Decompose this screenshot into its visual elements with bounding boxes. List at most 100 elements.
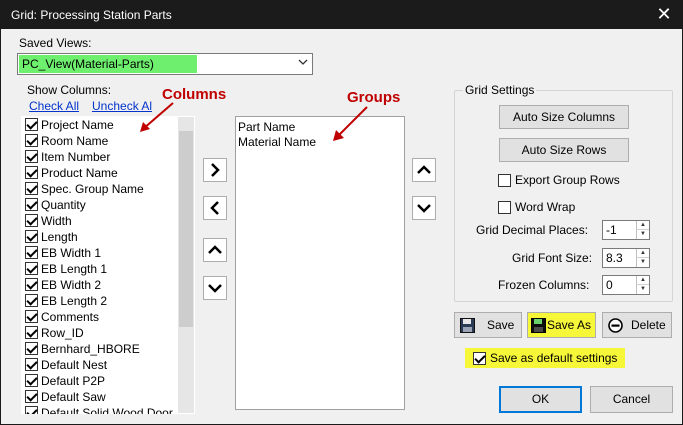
- column-label: Length: [41, 230, 78, 244]
- word-wrap-label: Word Wrap: [515, 200, 576, 214]
- column-checkbox[interactable]: [25, 406, 38, 414]
- column-list-item[interactable]: Project Name: [25, 117, 114, 133]
- auto-size-rows-button[interactable]: Auto Size Rows: [499, 138, 629, 162]
- show-columns-label: Show Columns:: [27, 83, 112, 97]
- column-list-item[interactable]: Spec. Group Name: [25, 181, 144, 197]
- saved-views-dropdown[interactable]: PC_View(Material-Parts): [17, 53, 313, 75]
- spin-up-icon[interactable]: ▲: [636, 276, 649, 285]
- column-list-item[interactable]: Room Name: [25, 133, 108, 149]
- ok-button[interactable]: OK: [499, 386, 582, 413]
- column-list-item[interactable]: Item Number: [25, 149, 110, 165]
- column-checkbox[interactable]: [25, 150, 38, 163]
- group-down-button[interactable]: [412, 196, 436, 220]
- column-checkbox[interactable]: [25, 294, 38, 307]
- spin-up-icon[interactable]: ▲: [636, 221, 649, 230]
- column-list-item[interactable]: Product Name: [25, 165, 118, 181]
- delete-icon: [608, 318, 623, 333]
- groups-list[interactable]: Part Name Material Name: [235, 116, 405, 410]
- column-checkbox[interactable]: [25, 118, 38, 131]
- column-label: EB Length 1: [41, 262, 108, 276]
- column-checkbox[interactable]: [25, 182, 38, 195]
- column-checkbox[interactable]: [25, 374, 38, 387]
- column-list-item[interactable]: Default Solid Wood Door: [25, 405, 173, 414]
- column-label: Width: [41, 214, 72, 228]
- group-list-item[interactable]: Material Name: [238, 135, 316, 149]
- save-as-label: Save As: [547, 318, 592, 332]
- column-list-item[interactable]: Width: [25, 213, 72, 229]
- spin-down-icon[interactable]: ▼: [636, 258, 649, 267]
- column-label: Spec. Group Name: [41, 182, 144, 196]
- group-up-button[interactable]: [412, 158, 436, 182]
- column-checkbox[interactable]: [25, 358, 38, 371]
- column-list-item[interactable]: Row_ID: [25, 325, 84, 341]
- frozen-columns-stepper[interactable]: 0 ▲ ▼: [602, 275, 650, 295]
- column-list-item[interactable]: EB Width 2: [25, 277, 101, 293]
- column-list-item[interactable]: Length: [25, 229, 78, 245]
- saved-views-label: Saved Views:: [19, 36, 92, 50]
- chevron-down-icon[interactable]: [298, 56, 308, 70]
- check-all-link[interactable]: Check All: [29, 99, 79, 113]
- font-size-value: 8.3: [606, 251, 623, 265]
- columns-scrollbar[interactable]: [178, 117, 194, 413]
- word-wrap-checkbox[interactable]: [498, 201, 511, 214]
- column-checkbox[interactable]: [25, 198, 38, 211]
- column-checkbox[interactable]: [25, 246, 38, 259]
- groups-annotation: Groups: [347, 89, 401, 106]
- move-up-button[interactable]: [203, 238, 227, 262]
- save-default-checkbox[interactable]: [473, 352, 486, 365]
- column-checkbox[interactable]: [25, 166, 38, 179]
- column-list-item[interactable]: Quantity: [25, 197, 86, 213]
- column-label: EB Length 2: [41, 294, 108, 308]
- close-icon[interactable]: ✕: [654, 4, 674, 24]
- export-group-rows-checkbox[interactable]: [498, 174, 511, 187]
- window-title: Grid: Processing Station Parts: [11, 8, 172, 22]
- scrollbar-thumb[interactable]: [179, 131, 193, 327]
- column-checkbox[interactable]: [25, 390, 38, 403]
- group-list-item[interactable]: Part Name: [238, 120, 295, 134]
- move-down-button[interactable]: [203, 276, 227, 300]
- save-button[interactable]: Save: [454, 312, 522, 338]
- title-bar: Grid: Processing Station Parts ✕: [1, 1, 682, 29]
- column-checkbox[interactable]: [25, 326, 38, 339]
- move-left-button[interactable]: [203, 196, 227, 220]
- column-checkbox[interactable]: [25, 262, 38, 275]
- frozen-columns-value: 0: [606, 278, 613, 292]
- column-label: Row_ID: [41, 326, 84, 340]
- decimal-places-stepper[interactable]: -1 ▲ ▼: [602, 220, 650, 240]
- column-checkbox[interactable]: [25, 278, 38, 291]
- column-list-item[interactable]: Default Saw: [25, 389, 106, 405]
- cancel-button[interactable]: Cancel: [590, 386, 673, 413]
- column-checkbox[interactable]: [25, 214, 38, 227]
- dialog-window: Grid: Processing Station Parts ✕ Saved V…: [0, 0, 683, 425]
- auto-size-columns-button[interactable]: Auto Size Columns: [499, 105, 629, 129]
- save-default-label: Save as default settings: [490, 351, 618, 365]
- annotation-arrow-icon: [140, 102, 174, 132]
- column-label: Default Nest: [41, 358, 108, 372]
- chevron-left-icon: [210, 201, 219, 215]
- move-right-button[interactable]: [203, 158, 227, 182]
- chevron-right-icon: [211, 163, 220, 177]
- column-list-item[interactable]: EB Length 2: [25, 293, 107, 309]
- font-size-stepper[interactable]: 8.3 ▲ ▼: [602, 248, 650, 268]
- decimal-places-label: Grid Decimal Places:: [476, 223, 589, 237]
- column-list-item[interactable]: Comments: [25, 309, 99, 325]
- spin-down-icon[interactable]: ▼: [636, 230, 649, 239]
- column-label: Bernhard_HBORE: [41, 342, 140, 356]
- column-label: Comments: [41, 310, 100, 324]
- spin-up-icon[interactable]: ▲: [636, 249, 649, 258]
- spin-down-icon[interactable]: ▼: [636, 285, 649, 294]
- column-checkbox[interactable]: [25, 134, 38, 147]
- column-list-item[interactable]: Default P2P: [25, 373, 105, 389]
- column-label: Default P2P: [41, 374, 106, 388]
- column-label: Default Saw: [41, 390, 106, 404]
- column-list-item[interactable]: Bernhard_HBORE: [25, 341, 140, 357]
- column-checkbox[interactable]: [25, 310, 38, 323]
- save-as-button[interactable]: Save As: [527, 312, 596, 338]
- columns-list[interactable]: Project Name Room Name Item Number Product …: [21, 116, 195, 414]
- delete-button[interactable]: Delete: [602, 312, 672, 338]
- column-list-item[interactable]: EB Length 1: [25, 261, 107, 277]
- column-list-item[interactable]: Default Nest: [25, 357, 107, 373]
- column-checkbox[interactable]: [25, 230, 38, 243]
- column-list-item[interactable]: EB Width 1: [25, 245, 101, 261]
- column-checkbox[interactable]: [25, 342, 38, 355]
